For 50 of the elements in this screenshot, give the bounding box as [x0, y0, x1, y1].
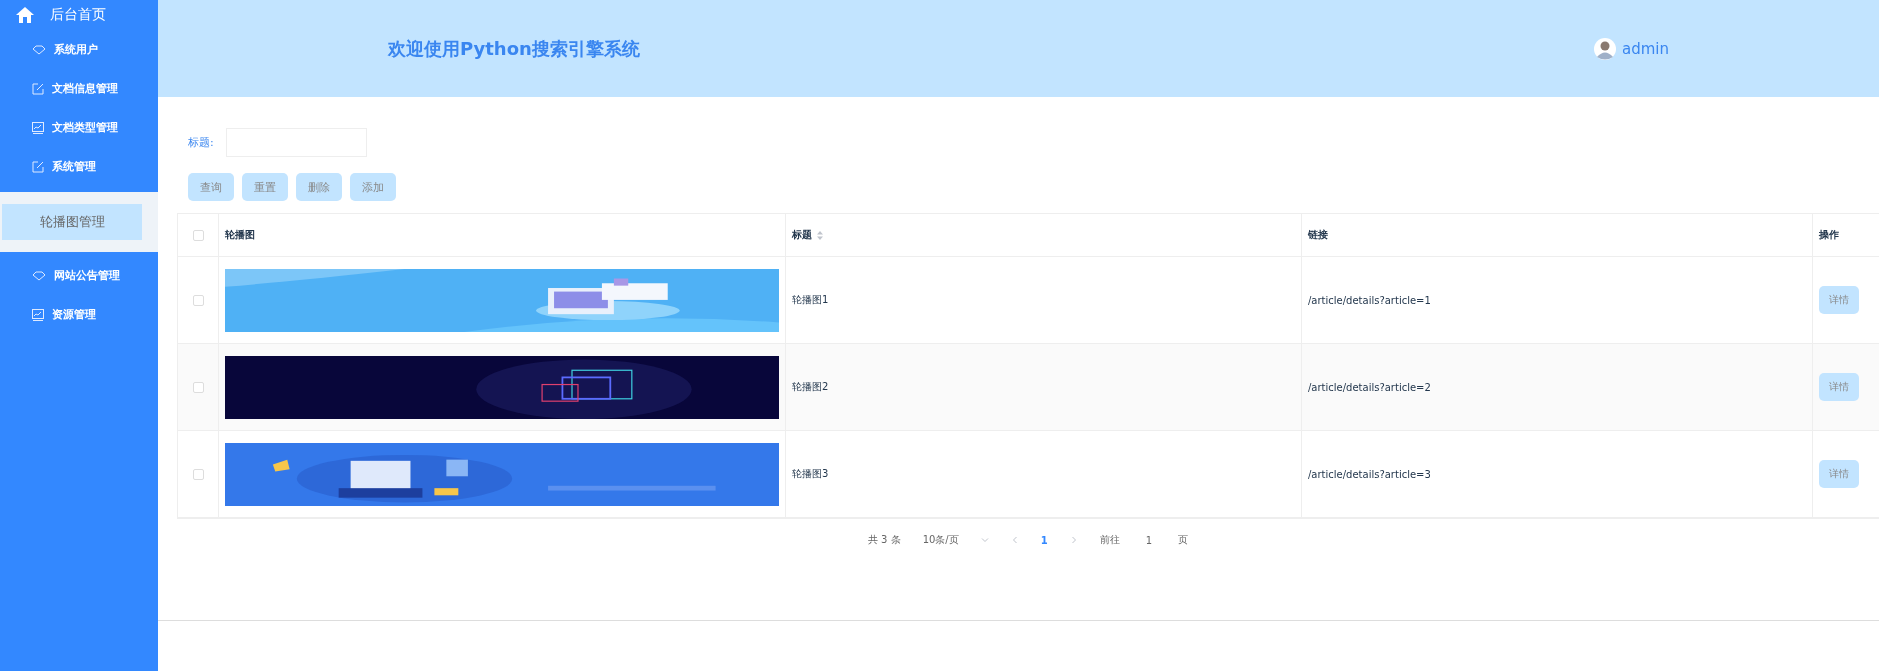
chart-icon — [32, 121, 44, 134]
sidebar-item[interactable]: 文档类型管理 — [32, 120, 118, 135]
checkbox[interactable] — [193, 229, 204, 241]
details-button[interactable]: 详情 — [1819, 286, 1859, 314]
sort-icon[interactable] — [817, 230, 823, 240]
checkbox[interactable] — [193, 468, 204, 480]
chevron-down-icon[interactable] — [980, 536, 989, 544]
action-button[interactable]: 添加 — [350, 173, 396, 201]
welcome-title: 欢迎使用Python搜索引擎系统 — [388, 36, 641, 61]
sidebar-item[interactable]: 系统用户 — [32, 42, 98, 57]
chevron-left-icon[interactable] — [1010, 536, 1019, 544]
home-icon — [16, 7, 34, 23]
table-cell: 轮播图1 — [792, 293, 829, 307]
total-count: 共 3 条 — [867, 533, 901, 547]
column-header: 操作 — [1819, 228, 1839, 242]
chevron-right-icon[interactable] — [1069, 536, 1078, 544]
diamond-icon — [32, 270, 46, 281]
table-cell: /article/details?article=3 — [1308, 468, 1431, 480]
details-button[interactable]: 详情 — [1819, 460, 1859, 488]
table-cell: /article/details?article=2 — [1308, 381, 1431, 393]
avatar-icon — [1594, 37, 1616, 60]
action-button[interactable]: 删除 — [296, 173, 342, 201]
user-name[interactable]: admin — [1622, 39, 1669, 58]
sidebar-item[interactable]: 资源管理 — [32, 307, 96, 322]
table-cell: 轮播图3 — [792, 467, 829, 481]
sidebar-item[interactable]: 文档信息管理 — [32, 81, 118, 96]
sidebar-home-link[interactable]: 后台首页 — [50, 6, 106, 24]
action-button[interactable]: 查询 — [188, 173, 234, 201]
checkbox[interactable] — [193, 381, 204, 393]
title-label: 标题: — [188, 135, 214, 150]
page-number[interactable]: 1 — [1040, 534, 1048, 546]
column-header: 轮播图 — [225, 228, 255, 242]
edit-icon — [32, 82, 44, 95]
table-cell: 轮播图2 — [792, 380, 829, 394]
column-header: 链接 — [1308, 228, 1328, 242]
table-cell: /article/details?article=1 — [1308, 294, 1431, 306]
checkbox[interactable] — [193, 294, 204, 306]
sidebar-item[interactable]: 轮播图管理 — [2, 204, 142, 240]
sidebar-item[interactable]: 系统管理 — [32, 159, 96, 174]
chart-icon — [32, 308, 44, 321]
diamond-icon — [32, 44, 46, 55]
goto-label: 前往 — [1099, 533, 1120, 547]
action-button[interactable]: 重置 — [242, 173, 288, 201]
column-header: 标题 — [792, 228, 812, 242]
page-size-select[interactable]: 10条/页 — [922, 533, 959, 547]
goto-page-input[interactable]: 1 — [1141, 534, 1157, 546]
sidebar-item[interactable]: 网站公告管理 — [32, 268, 120, 283]
details-button[interactable]: 详情 — [1819, 373, 1859, 401]
page-suffix: 页 — [1178, 533, 1189, 547]
edit-icon — [32, 160, 44, 173]
